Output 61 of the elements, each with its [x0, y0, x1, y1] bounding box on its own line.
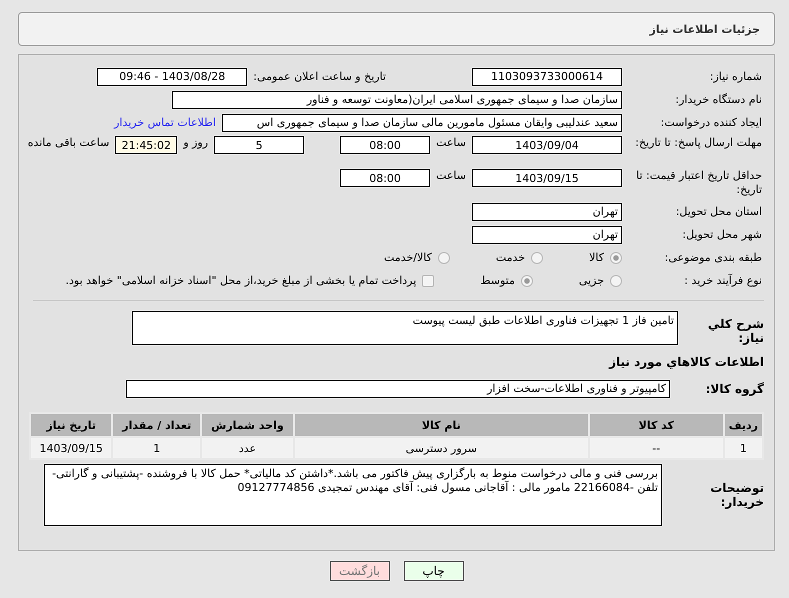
- column-header: نام کالا: [294, 413, 589, 437]
- validity-date-field: 1403/09/15: [472, 169, 622, 187]
- need-number-field: 1103093733000614: [472, 68, 622, 86]
- remaining-label: ساعت باقی مانده: [28, 136, 110, 149]
- field-label: استان محل تحویل:: [674, 204, 763, 218]
- field-label: نوع فرآیند خرید :: [683, 274, 763, 288]
- field-label: شهر محل تحویل:: [681, 228, 763, 242]
- table-cell: --: [588, 437, 724, 459]
- field-label: گروه کالا:: [704, 382, 764, 396]
- column-header: واحد شمارش: [201, 413, 294, 437]
- time-label: ساعت: [436, 169, 466, 182]
- radio-button[interactable]: [438, 252, 450, 264]
- field-label: طبقه بندی موضوعی:: [664, 250, 763, 264]
- time-label: ساعت: [436, 136, 466, 149]
- column-header: تعداد / مقدار: [112, 413, 202, 437]
- field-label: تاریخ و ساعت اعلان عمومی:: [253, 70, 386, 83]
- days-field: 5: [214, 136, 304, 154]
- table-cell: عدد: [201, 437, 294, 459]
- goods-group-field: کامپیوتر و فناوری اطلاعات-سخت افزار: [126, 380, 670, 398]
- field-label: نام دستگاه خریدار:: [674, 92, 763, 106]
- table-cell: 1: [724, 437, 763, 459]
- page-title: جزئیات اطلاعات نیاز: [650, 22, 760, 36]
- deadline-date-field: 1403/09/04: [472, 136, 622, 154]
- field-label: مهلت ارسال پاسخ: تا تاریخ:: [634, 136, 763, 150]
- radio-button[interactable]: [520, 274, 533, 286]
- remaining-time-field: 21:45:02: [115, 136, 178, 154]
- field-label: توضیحات خریدار:: [709, 481, 764, 509]
- checkbox-label: پرداخت تمام یا بخشی از مبلغ خرید،از محل "اسناد خزانه اسلامی" خواهد بود.: [66, 274, 416, 287]
- deadline-time-field: 08:00: [340, 136, 430, 154]
- announce-date-field: 1403/08/28 - 09:46: [97, 68, 248, 86]
- radio-button[interactable]: [610, 252, 622, 264]
- days-label: روز و: [183, 136, 208, 149]
- column-header: کد کالا: [588, 413, 724, 437]
- radio-button[interactable]: [610, 274, 622, 286]
- buyer-notes-area[interactable]: بررسی فنی و مالی درخواست منوط به بارگزاری پیش فاکتور می باشد.*داشتن کد مالیاتی* حمل کالا با فروشنده -پشتیبانی و گارانتی- تلفن -22166084 مامور مالی : آقاجانی مسول فنی: آقای مهندس تمجیدی 09127774856: [44, 464, 662, 526]
- checkbox[interactable]: [422, 274, 434, 286]
- table-cell: 1403/09/15: [30, 437, 112, 459]
- column-header: ردیف: [724, 413, 763, 437]
- radio-label: کالا/خدمت: [384, 251, 432, 264]
- radio-button[interactable]: [531, 252, 544, 264]
- radio-label: متوسط: [480, 274, 515, 287]
- radio-label: خدمت: [496, 251, 526, 264]
- city-field: تهران: [472, 226, 622, 244]
- province-field: تهران: [472, 202, 622, 220]
- buyer-contact-link[interactable]: اطلاعات تماس خریدار: [114, 116, 216, 129]
- back-button[interactable]: بازگشت: [330, 561, 390, 581]
- radio-label: کالا: [589, 251, 604, 264]
- summary-text-area[interactable]: تامین فاز 1 تجهیزات فناوری اطلاعات طبق لیست پیوست: [132, 311, 678, 345]
- field-label: شماره نیاز:: [708, 70, 763, 84]
- field-label: ایجاد کننده درخواست:: [660, 116, 763, 130]
- section-heading: اطلاعات کالاهاي مورد نياز: [609, 355, 764, 369]
- print-button[interactable]: چاپ: [404, 561, 464, 581]
- field-label: حداقل تاریخ اعتبار قیمت: تا تاریخ:: [635, 169, 763, 197]
- field-label: شرح کلي نياز:: [706, 317, 764, 345]
- table-cell: سرور دسترسی: [294, 437, 589, 459]
- buyer-org-field: سازمان صدا و سیمای جمهوری اسلامی ایران(معاونت توسعه و فناور: [172, 90, 622, 108]
- creator-field: سعید عندلیبی وایقان مسئول مامورین مالی سازمان صدا و سیمای جمهوری اس: [222, 114, 622, 132]
- radio-label: جزیی: [578, 274, 604, 287]
- column-header: تاریخ نیاز: [30, 413, 112, 437]
- table-cell: 1: [112, 437, 202, 459]
- validity-time-field: 08:00: [340, 169, 430, 187]
